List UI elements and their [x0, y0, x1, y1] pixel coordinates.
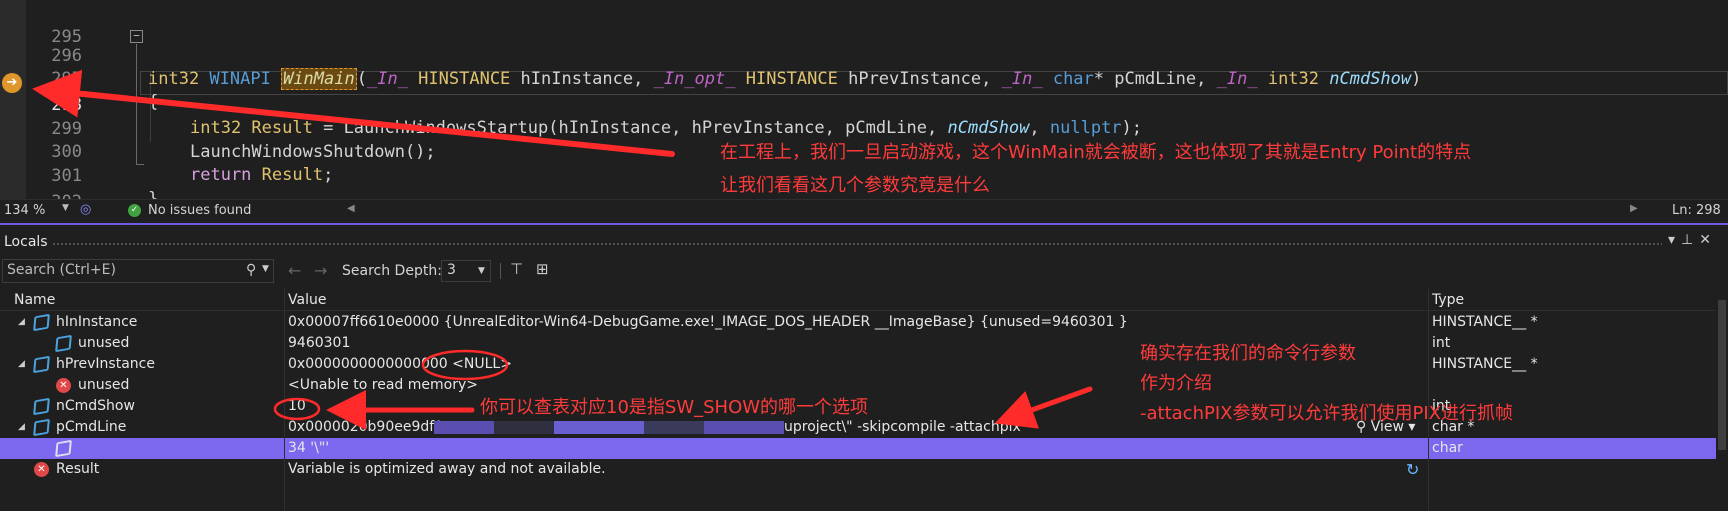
- row-type: HINSTANCE__ *: [1432, 356, 1538, 372]
- locals-toolbar: Search (Ctrl+E) ⚲ ▼ ← → Search Depth: 3 …: [0, 257, 1728, 285]
- row-value[interactable]: Variable is optimized away and not avail…: [288, 459, 606, 480]
- column-header-type[interactable]: Type: [1432, 292, 1464, 308]
- row-name: hPrevInstance: [56, 356, 155, 372]
- close-icon[interactable]: ✕: [1699, 232, 1717, 248]
- redacted-region: [554, 421, 644, 434]
- issues-status[interactable]: No issues found: [148, 203, 251, 218]
- hex-display-icon[interactable]: ⊞: [536, 260, 549, 278]
- grid-header: Name Value Type: [0, 289, 1716, 311]
- table-row[interactable]: ◢ hPrevInstance 0x0000000000000000 <NULL…: [0, 354, 1716, 375]
- row-value[interactable]: 9460301: [288, 333, 350, 354]
- check-circle-icon: ✓: [128, 204, 141, 217]
- search-icon[interactable]: ⚲: [246, 262, 256, 278]
- column-divider[interactable]: [284, 289, 285, 511]
- chevron-down-icon[interactable]: ▼: [262, 264, 269, 274]
- search-input[interactable]: Search (Ctrl+E): [2, 259, 274, 283]
- pin-icon[interactable]: ⊥: [1681, 232, 1699, 248]
- zoom-level[interactable]: 134 %: [4, 203, 45, 218]
- expand-arrow-icon[interactable]: ◢: [18, 354, 25, 375]
- locals-window: Locals ▾⊥✕ Search (Ctrl+E) ⚲ ▼ ← → Searc…: [0, 228, 1728, 511]
- chevron-down-icon[interactable]: ▼: [62, 203, 69, 213]
- dropdown-icon[interactable]: ▾: [1668, 232, 1681, 248]
- expand-arrow-icon[interactable]: ◢: [18, 417, 25, 438]
- annotation-note-cmdline-1: 确实存在我们的命令行参数: [1140, 343, 1356, 364]
- annotation-note-entry-point: 在工程上，我们一旦启动游戏，这个WinMain就会被断，这也体现了其就是Entr…: [720, 142, 1472, 163]
- redacted-region: [494, 421, 554, 434]
- table-row[interactable]: unused 9460301 int: [0, 333, 1716, 354]
- row-type: char: [1432, 440, 1463, 456]
- window-controls[interactable]: ▾⊥✕: [1668, 232, 1717, 248]
- scroll-left-icon[interactable]: ◀: [347, 203, 355, 214]
- row-name: unused: [78, 335, 130, 351]
- redacted-region: [704, 421, 784, 434]
- forward-arrow-icon[interactable]: →: [314, 261, 327, 280]
- scroll-right-icon[interactable]: ▶: [1630, 203, 1638, 214]
- annotation-note-ncmdshow: 你可以查表对应10是指SW_SHOW的哪一个选项: [480, 397, 869, 418]
- table-row[interactable]: ◢ hInInstance 0x00007ff6610e0000 {Unreal…: [0, 312, 1716, 333]
- chevron-down-icon[interactable]: ▼: [478, 266, 485, 276]
- scrollbar-thumb[interactable]: [1718, 300, 1726, 450]
- annotation-note-cmdline-2: 作为介绍: [1140, 373, 1212, 394]
- code-line-297[interactable]: 297 {: [0, 45, 1728, 112]
- refresh-icon[interactable]: ↻: [1406, 459, 1419, 480]
- search-depth-label: Search Depth:: [342, 263, 442, 279]
- row-value[interactable]: <Unable to read memory>: [288, 375, 478, 396]
- copilot-icon[interactable]: ◎: [80, 202, 91, 217]
- expand-arrow-icon[interactable]: ◢: [18, 312, 25, 333]
- editor-status-bar: 134 % ▼ ◎ ✓ No issues found ◀ ▶ Ln: 298: [0, 199, 1728, 221]
- annotation-note-params: 让我们看看这几个参数究竟是什么: [720, 175, 990, 196]
- variable-icon: [33, 397, 50, 416]
- row-value-suffix[interactable]: uproject\" -skipcompile -attachpix": [784, 417, 1027, 438]
- annotation-note-cmdline-3: -attachPIX参数可以允许我们使用PIX进行抓帧: [1140, 403, 1513, 424]
- code-line-296[interactable]: 296 int32 WINAPI WinMain (_In_ HINSTANCE …: [0, 22, 1728, 90]
- row-name: unused: [78, 377, 130, 393]
- row-value[interactable]: 0x0000020b90ee9df0: [288, 417, 443, 438]
- code-line-298[interactable]: 298 int32 Result = LaunchWindowsStartup(…: [0, 71, 1728, 138]
- code-line-299[interactable]: 299 LaunchWindowsShutdown();: [0, 95, 1728, 162]
- row-type: HINSTANCE__ *: [1432, 314, 1538, 330]
- error-icon: ✕: [56, 378, 71, 393]
- variable-icon: [55, 439, 72, 458]
- back-arrow-icon[interactable]: ←: [288, 261, 301, 280]
- column-header-name[interactable]: Name: [14, 292, 55, 308]
- row-name: pCmdLine: [56, 419, 127, 435]
- row-type: int: [1432, 335, 1451, 351]
- line-indicator[interactable]: Ln: 298: [1672, 203, 1721, 218]
- code-editor[interactable]: ➔ − 295 296 int32 WINAPI WinMain (_In_ HI…: [0, 0, 1728, 212]
- variable-icon: [33, 418, 50, 437]
- row-value[interactable]: 0x00007ff6610e0000 {UnrealEditor-Win64-D…: [288, 312, 1128, 333]
- pin-to-source-icon[interactable]: ⊤: [510, 260, 523, 278]
- row-value[interactable]: 10: [288, 396, 306, 417]
- error-icon: ✕: [34, 462, 49, 477]
- redacted-region: [434, 421, 494, 434]
- table-row-selected[interactable]: 34 '\"' char: [0, 438, 1716, 459]
- variable-icon: [55, 334, 72, 353]
- table-row[interactable]: ✕ Result Variable is optimized away and …: [0, 459, 1716, 480]
- redacted-region: [644, 421, 704, 434]
- variable-icon: [33, 355, 50, 374]
- drag-grip[interactable]: [52, 242, 1662, 246]
- variable-icon: [33, 313, 50, 332]
- row-name: nCmdShow: [56, 398, 135, 414]
- column-header-value[interactable]: Value: [288, 292, 326, 308]
- row-value[interactable]: 34 '\"': [288, 438, 329, 459]
- row-name: Result: [56, 461, 100, 477]
- toolbar-divider: [500, 263, 501, 279]
- panel-title: Locals: [4, 234, 48, 250]
- row-name: hInInstance: [56, 314, 138, 330]
- row-value[interactable]: 0x0000000000000000 <NULL>: [288, 354, 512, 375]
